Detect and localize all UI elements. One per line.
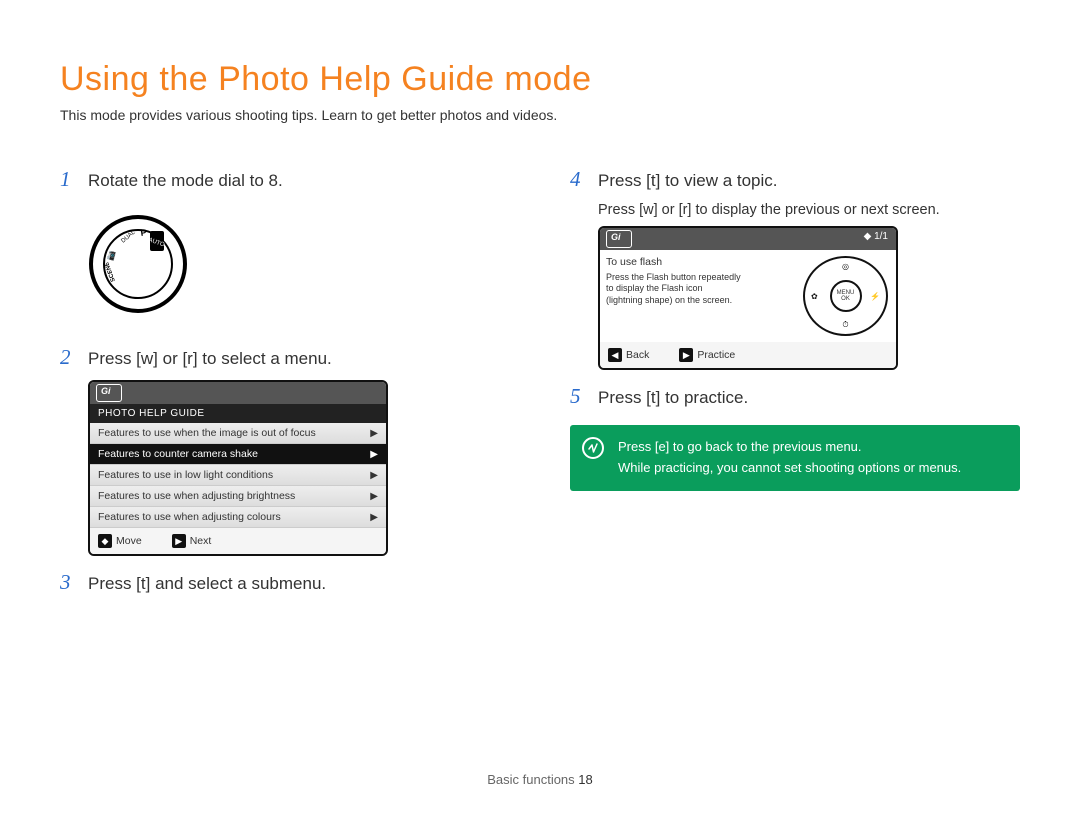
step-number: 4 bbox=[570, 167, 588, 192]
menu-item: Features to use when the image is out of… bbox=[90, 423, 386, 444]
camera-screen-topic: ◆ 1/1 To use flash Press the Flash butto… bbox=[598, 226, 898, 370]
left-column: 1 Rotate the mode dial to 8. AUTO P DUAL… bbox=[60, 153, 510, 605]
step-4: 4 Press [t] to view a topic. bbox=[570, 167, 1020, 192]
chevron-right-icon: ▶ bbox=[370, 428, 378, 439]
menu-list: Features to use when the image is out of… bbox=[90, 423, 386, 528]
menu-item-label: Features to counter camera shake bbox=[98, 448, 258, 460]
footer-move: ◆ Move bbox=[98, 534, 142, 548]
step-number: 1 bbox=[60, 167, 78, 192]
page-counter-value: 1/1 bbox=[874, 231, 888, 242]
step-3: 3 Press [t] and select a submenu. bbox=[60, 570, 510, 595]
right-arrow-icon: ▶ bbox=[679, 348, 693, 362]
content-columns: 1 Rotate the mode dial to 8. AUTO P DUAL… bbox=[60, 153, 1020, 605]
wheel-center: MENU OK bbox=[830, 280, 862, 312]
chevron-right-icon: ▶ bbox=[370, 491, 378, 502]
wheel-top-icon: ◎ bbox=[842, 262, 849, 271]
right-arrow-icon: ▶ bbox=[172, 534, 186, 548]
footer-back: ◀ Back bbox=[608, 348, 649, 362]
step-1: 1 Rotate the mode dial to 8. bbox=[60, 167, 510, 192]
updown-arrow-icon: ◆ bbox=[98, 534, 112, 548]
topic-line: (lightning shape) on the screen. bbox=[606, 295, 791, 306]
footer-next: ▶ Next bbox=[172, 534, 212, 548]
note-line-2: While practicing, you cannot set shootin… bbox=[618, 458, 1006, 479]
chevron-right-icon: ▶ bbox=[370, 512, 378, 523]
footer-page-number: 18 bbox=[578, 772, 592, 787]
mode-dial-illustration: AUTO P DUAL 📷 SCENE bbox=[88, 214, 188, 314]
wheel-bottom-icon: ⏱ bbox=[842, 320, 848, 330]
footer-practice: ▶ Practice bbox=[679, 348, 735, 362]
step-text: Press [w] or [r] to select a menu. bbox=[88, 349, 332, 369]
footer-label: Practice bbox=[697, 349, 735, 361]
step-number: 3 bbox=[60, 570, 78, 595]
control-wheel-illustration: ◎ ✿ ⚡ ⏱ MENU OK bbox=[803, 256, 888, 336]
step-text: Rotate the mode dial to 8. bbox=[88, 171, 283, 191]
menu-item: Features to use when adjusting colours ▶ bbox=[90, 507, 386, 528]
footer-section: Basic functions bbox=[487, 772, 574, 787]
wheel-right-icon: ⚡ bbox=[870, 292, 880, 301]
menu-item-label: Features to use when the image is out of… bbox=[98, 427, 316, 439]
topic-title: To use flash bbox=[606, 256, 791, 269]
step-4-note: Press [w] or [r] to display the previous… bbox=[598, 202, 1020, 218]
camera-screen-menu: PHOTO HELP GUIDE Features to use when th… bbox=[88, 380, 388, 556]
menu-item: Features to use in low light conditions ▶ bbox=[90, 465, 386, 486]
page-footer: Basic functions 18 bbox=[0, 772, 1080, 787]
wheel-center-ok: OK bbox=[841, 296, 850, 302]
topic-body: To use flash Press the Flash button repe… bbox=[600, 250, 896, 342]
step-text: Press [t] to view a topic. bbox=[598, 171, 778, 191]
note-box: Press [e] to go back to the previous men… bbox=[570, 425, 1020, 491]
guide-mode-icon bbox=[606, 230, 632, 248]
menu-item-label: Features to use in low light conditions bbox=[98, 469, 273, 481]
right-column: 4 Press [t] to view a topic. Press [w] o… bbox=[570, 153, 1020, 605]
wheel-left-icon: ✿ bbox=[811, 292, 818, 301]
chevron-right-icon: ▶ bbox=[370, 449, 378, 460]
note-line-1: Press [e] to go back to the previous men… bbox=[618, 437, 1006, 458]
topic-text: To use flash Press the Flash button repe… bbox=[604, 254, 793, 338]
footer-label: Move bbox=[116, 535, 142, 547]
page-counter: ◆ 1/1 bbox=[864, 231, 888, 242]
chevron-right-icon: ▶ bbox=[370, 470, 378, 481]
menu-item-selected: Features to counter camera shake ▶ bbox=[90, 444, 386, 465]
note-info-icon bbox=[582, 437, 604, 459]
topic-line: to display the Flash icon bbox=[606, 283, 791, 294]
screen-header: ◆ 1/1 bbox=[600, 228, 896, 250]
step-text: Press [t] and select a submenu. bbox=[88, 574, 326, 594]
step-5: 5 Press [t] to practice. bbox=[570, 384, 1020, 409]
menu-item: Features to use when adjusting brightnes… bbox=[90, 486, 386, 507]
page-title: Using the Photo Help Guide mode bbox=[60, 60, 1020, 99]
step-text: Press [t] to practice. bbox=[598, 388, 748, 408]
screen-footer: ◆ Move ▶ Next bbox=[90, 528, 386, 554]
guide-mode-icon bbox=[96, 384, 122, 402]
footer-label: Back bbox=[626, 349, 649, 361]
page-subtitle: This mode provides various shooting tips… bbox=[60, 107, 1020, 123]
step-number: 2 bbox=[60, 345, 78, 370]
step-number: 5 bbox=[570, 384, 588, 409]
menu-item-label: Features to use when adjusting brightnes… bbox=[98, 490, 295, 502]
screen-title: PHOTO HELP GUIDE bbox=[90, 404, 386, 423]
screen-footer: ◀ Back ▶ Practice bbox=[600, 342, 896, 368]
step-2: 2 Press [w] or [r] to select a menu. bbox=[60, 345, 510, 370]
topic-line: Press the Flash button repeatedly bbox=[606, 272, 791, 283]
menu-item-label: Features to use when adjusting colours bbox=[98, 511, 281, 523]
footer-label: Next bbox=[190, 535, 212, 547]
left-arrow-icon: ◀ bbox=[608, 348, 622, 362]
screen-header bbox=[90, 382, 386, 404]
